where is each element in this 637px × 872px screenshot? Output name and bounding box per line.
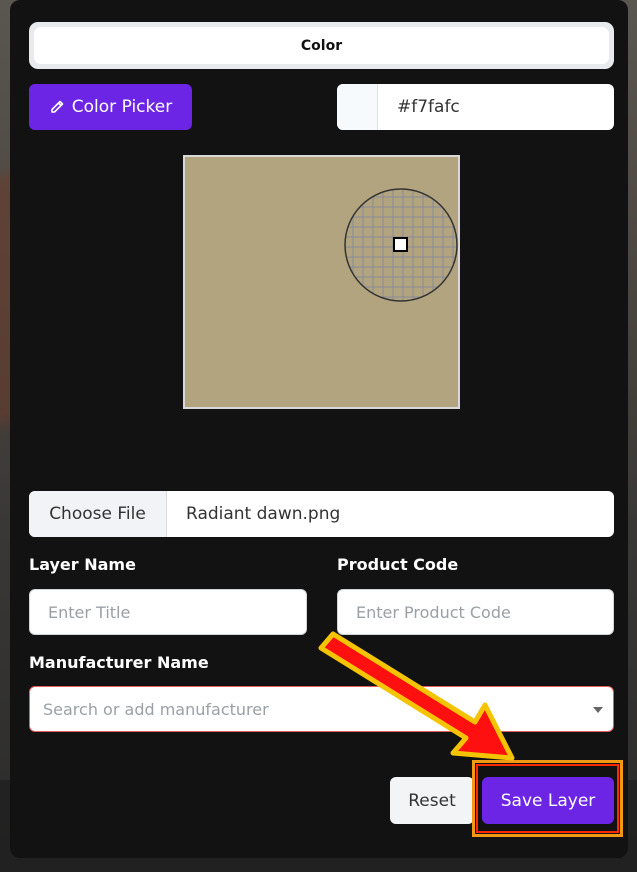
color-picker-button-label: Color Picker [71, 97, 173, 117]
color-sample-canvas[interactable] [183, 155, 460, 409]
manufacturer-select-placeholder: Search or add manufacturer [43, 699, 269, 719]
product-code-input[interactable]: Enter Product Code [337, 589, 614, 635]
choose-file-button[interactable]: Choose File [29, 491, 167, 537]
tab-bar: Color [29, 22, 614, 69]
layer-name-label: Layer Name [29, 555, 136, 574]
hex-color-value[interactable]: #f7fafc [378, 84, 614, 130]
chosen-file-name: Radiant dawn.png [186, 504, 341, 524]
reset-button[interactable]: Reset [390, 777, 474, 824]
tab-color[interactable]: Color [34, 27, 609, 64]
file-input[interactable]: Choose File Radiant dawn.png [29, 491, 614, 537]
chevron-down-icon[interactable] [593, 707, 603, 713]
hex-color-input[interactable]: #f7fafc [337, 84, 614, 130]
manufacturer-select[interactable]: Search or add manufacturer [29, 686, 614, 732]
tab-color-label: Color [300, 37, 343, 54]
magnifier-loupe [344, 188, 458, 302]
save-layer-button[interactable]: Save Layer [482, 777, 614, 824]
color-picker-button[interactable]: Color Picker [29, 84, 192, 130]
pencil-icon [50, 100, 64, 113]
manufacturer-name-label: Manufacturer Name [29, 653, 209, 672]
product-code-label: Product Code [337, 555, 459, 574]
color-swatch[interactable] [337, 84, 378, 130]
layer-name-input[interactable]: Enter Title [29, 589, 307, 635]
